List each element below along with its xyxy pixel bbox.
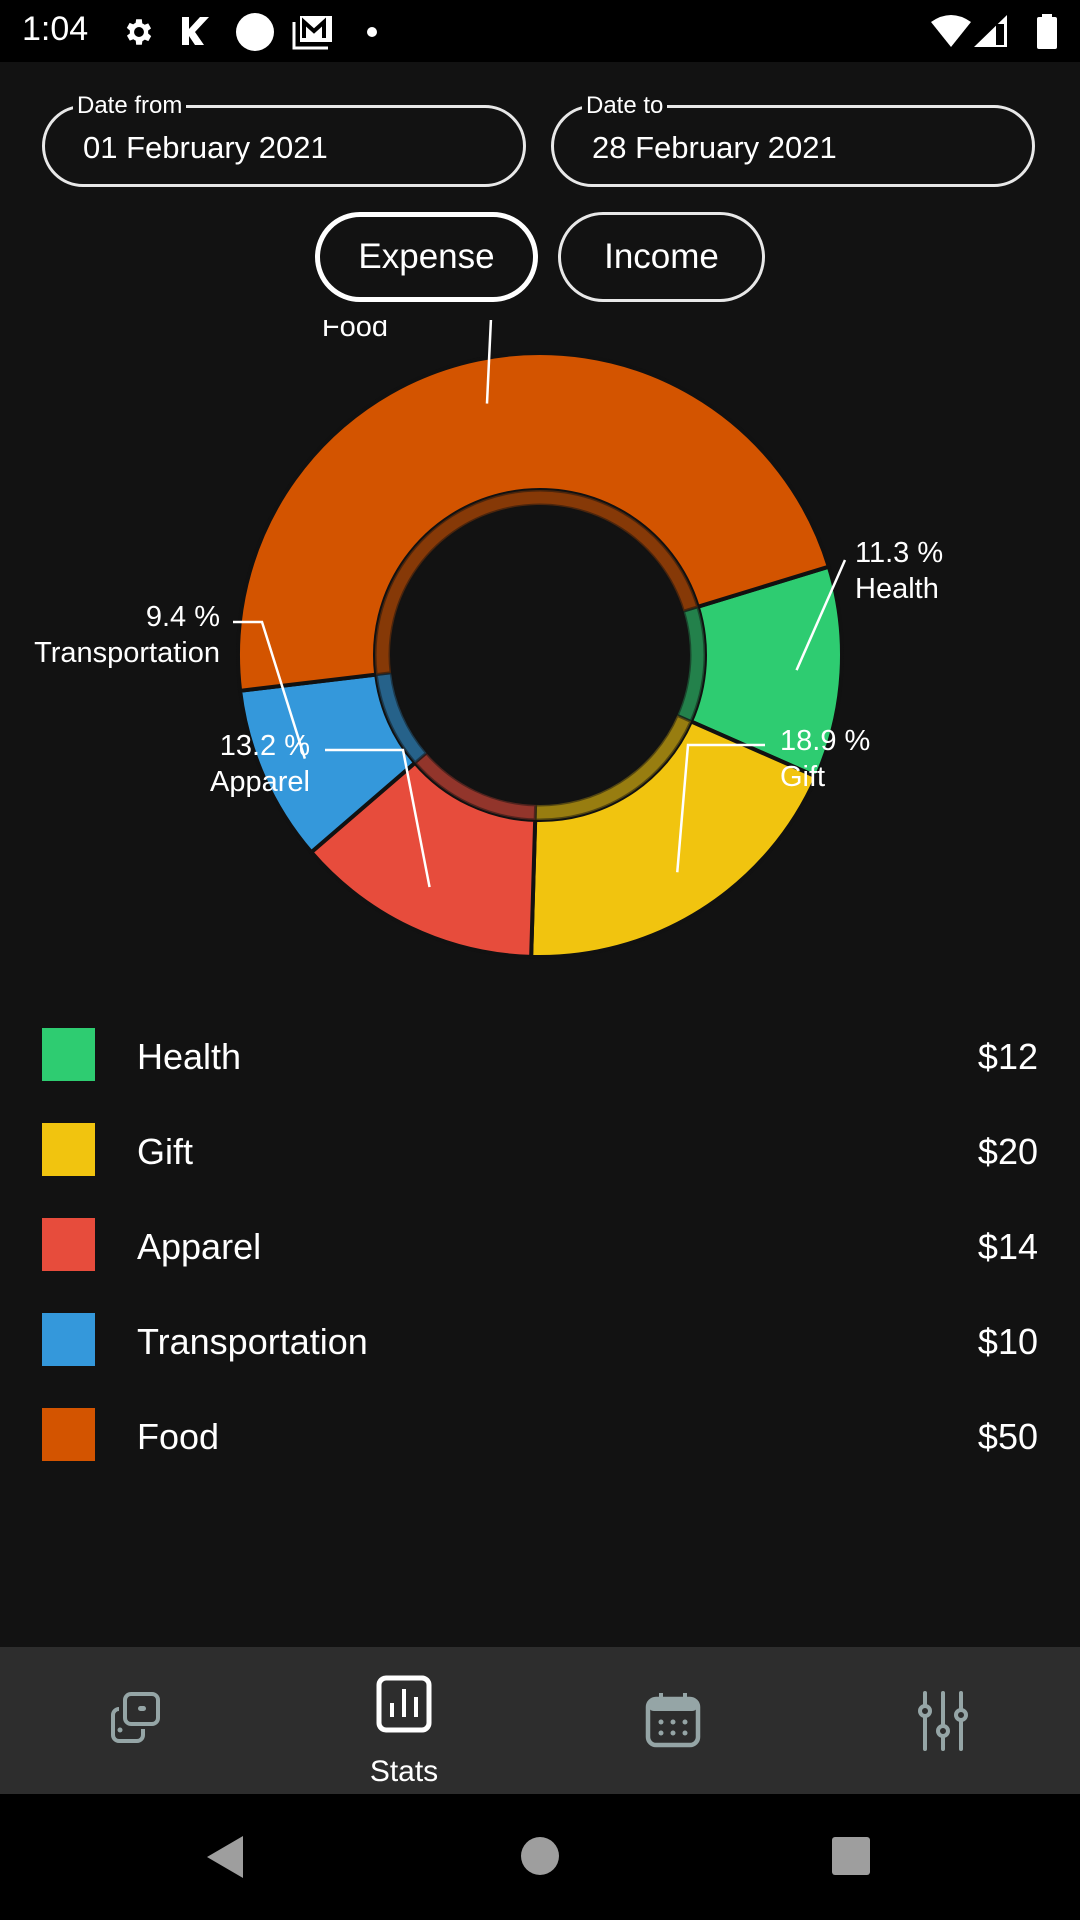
legend-name: Apparel — [137, 1226, 262, 1267]
category-label-health: Health — [855, 573, 939, 605]
date-from-field[interactable]: Date from 01 February 2021 — [42, 92, 526, 187]
percent-label-apparel: 13.2 % — [220, 730, 310, 762]
legend-amount: $10 — [977, 1321, 1038, 1362]
legend-name: Health — [137, 1036, 242, 1077]
signal-icon — [974, 15, 1007, 47]
legend-name: Transportation — [137, 1321, 368, 1362]
date-to-label: Date to — [582, 92, 668, 120]
status-bar: 1:04 — [0, 0, 1080, 62]
wifi-icon — [931, 15, 971, 47]
recents-icon[interactable] — [831, 1836, 871, 1876]
date-to-value: 28 February 2021 — [592, 130, 837, 165]
nav-stats-label: Stats — [369, 1755, 439, 1788]
nav-transactions[interactable] — [60, 1647, 210, 1794]
legend-name: Gift — [137, 1131, 194, 1172]
gmail-icon — [292, 16, 332, 50]
legend-amount: $20 — [977, 1131, 1038, 1172]
legend-swatch — [42, 1028, 95, 1081]
legend-name: Food — [137, 1416, 220, 1457]
category-label-food: Food — [322, 320, 388, 343]
system-navigation-bar — [0, 1794, 1080, 1920]
bottom-navigation: Stats — [0, 1647, 1080, 1794]
home-icon[interactable] — [520, 1836, 560, 1876]
nav-stats[interactable]: Stats — [329, 1647, 479, 1794]
back-icon[interactable] — [205, 1834, 245, 1880]
legend-amount: $14 — [977, 1226, 1038, 1267]
legend-swatch — [42, 1408, 95, 1461]
percent-label-transportation: 9.4 % — [146, 601, 220, 633]
category-label-apparel: Apparel — [210, 766, 310, 798]
percent-label-health: 11.3 % — [855, 537, 943, 569]
date-from-value: 01 February 2021 — [83, 130, 328, 165]
settings-sliders-icon — [918, 1691, 968, 1751]
legend-swatch — [42, 1218, 95, 1271]
battery-icon — [1037, 14, 1057, 49]
date-from-label: Date from — [73, 92, 187, 120]
category-label-transportation: Transportation — [34, 637, 220, 669]
legend-swatch — [42, 1123, 95, 1176]
income-toggle-button[interactable]: Income — [558, 212, 765, 302]
legend-amount: $12 — [977, 1036, 1038, 1077]
dot-icon — [367, 27, 377, 37]
transactions-icon — [111, 1692, 160, 1743]
slice-gift[interactable] — [529, 718, 820, 959]
status-time: 1:04 — [22, 10, 89, 48]
expense-donut-chart: 11.3 % Health 18.9 % Gift 13.2 % Apparel 9.4 %… — [34, 320, 943, 959]
calendar-icon — [645, 1693, 701, 1748]
nav-settings[interactable] — [868, 1647, 1018, 1794]
gear-icon — [126, 19, 152, 45]
stats-icon — [376, 1675, 432, 1733]
legend-swatch — [42, 1313, 95, 1366]
percent-label-gift: 18.9 % — [780, 725, 870, 757]
k-app-icon — [182, 17, 209, 45]
legend-row-gift[interactable]: Gift $20 — [0, 1123, 1080, 1183]
circle-icon — [236, 13, 274, 51]
nav-calendar[interactable] — [599, 1647, 749, 1794]
legend-row-health[interactable]: Health $12 — [0, 1028, 1080, 1088]
legend-row-apparel[interactable]: Apparel $14 — [0, 1218, 1080, 1278]
date-to-field[interactable]: Date to 28 February 2021 — [551, 92, 1035, 187]
category-label-gift: Gift — [780, 761, 825, 793]
expense-toggle-button[interactable]: Expense — [315, 212, 538, 302]
legend-amount: $50 — [977, 1416, 1038, 1457]
legend-row-food[interactable]: Food $50 — [0, 1408, 1080, 1468]
legend-row-transportation[interactable]: Transportation $10 — [0, 1313, 1080, 1373]
